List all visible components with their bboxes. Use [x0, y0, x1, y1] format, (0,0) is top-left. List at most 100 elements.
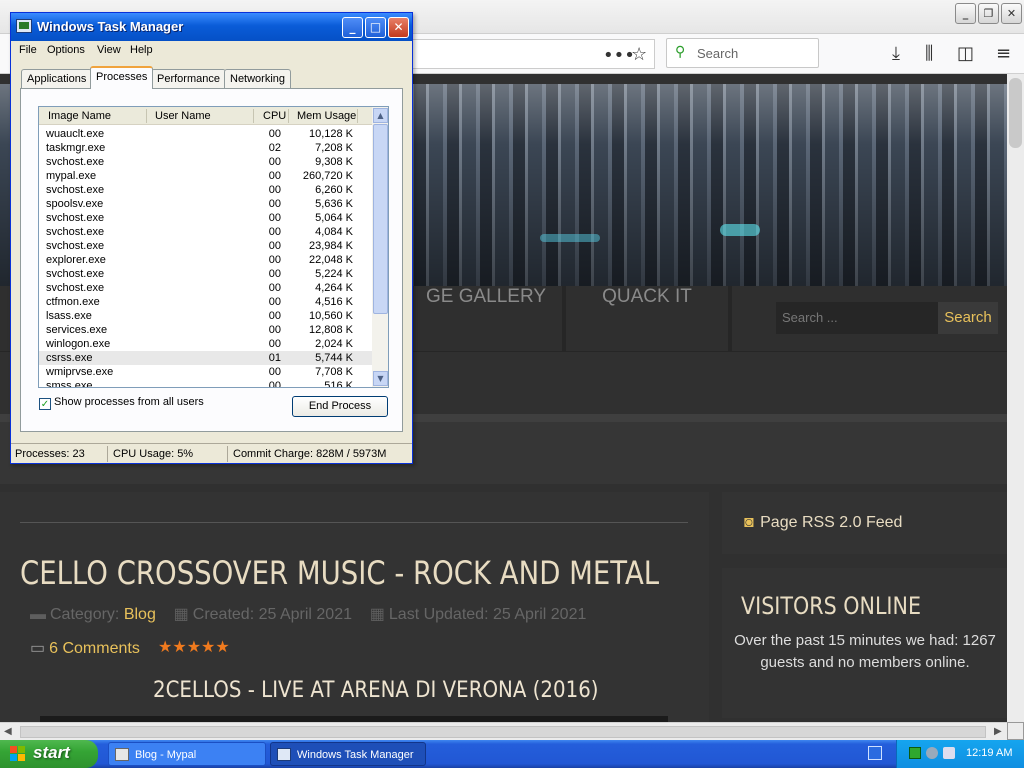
table-row[interactable]: svchost.exe 00 5,224 K: [39, 267, 372, 281]
start-button[interactable]: start: [0, 740, 98, 768]
browser-close-button[interactable]: ✕: [1001, 3, 1022, 24]
table-row[interactable]: svchost.exe 00 23,984 K: [39, 239, 372, 253]
tab-processes[interactable]: Processes: [90, 66, 154, 89]
bookmark-star-icon[interactable]: ☆: [631, 44, 647, 65]
category-link[interactable]: Blog: [124, 606, 156, 623]
process-list[interactable]: Image Name User Name CPU Mem Usage wuauc…: [38, 106, 389, 388]
library-icon[interactable]: ⫼: [925, 43, 933, 64]
scroll-corner: [1007, 722, 1024, 740]
end-process-button[interactable]: End Process: [292, 396, 388, 417]
page-horizontal-scrollbar[interactable]: ◀ ▶: [0, 722, 1007, 740]
keyboard-icon[interactable]: [868, 746, 882, 760]
process-name: mypal.exe: [46, 170, 97, 182]
column-user-name[interactable]: User Name: [155, 110, 211, 122]
process-mem: 23,984 K: [308, 240, 353, 252]
nav-image-gallery[interactable]: GE GALLERY: [410, 286, 562, 352]
process-mem: 5,636 K: [315, 198, 353, 210]
scrollbar-thumb[interactable]: [373, 124, 388, 314]
tab-networking[interactable]: Networking: [224, 69, 292, 88]
menu-help[interactable]: Help: [130, 44, 153, 56]
column-separator[interactable]: [146, 109, 147, 123]
clock: 12:19 AM: [966, 747, 1013, 759]
table-row[interactable]: ctfmon.exe 00 4,516 K: [39, 295, 372, 309]
process-cpu: 00: [268, 254, 281, 266]
tab-applications[interactable]: Applications: [21, 69, 93, 88]
column-cpu[interactable]: CPU: [263, 110, 286, 122]
table-row[interactable]: svchost.exe 00 9,308 K: [39, 155, 372, 169]
table-row[interactable]: winlogon.exe 00 2,024 K: [39, 337, 372, 351]
process-list-header: Image Name User Name CPU Mem Usage: [39, 107, 372, 125]
scroll-left-icon[interactable]: ◀: [4, 726, 12, 737]
scrollbar-thumb[interactable]: [1009, 78, 1022, 148]
folder-icon: ▬: [30, 606, 46, 623]
column-mem-usage[interactable]: Mem Usage: [297, 110, 356, 122]
sidebar-icon[interactable]: ◫: [957, 43, 974, 64]
table-row[interactable]: explorer.exe 00 22,048 K: [39, 253, 372, 267]
star-icon[interactable]: ★: [172, 637, 186, 656]
maximize-button[interactable]: □: [365, 17, 386, 38]
process-list-scrollbar[interactable]: ▲ ▼: [372, 107, 388, 387]
table-row[interactable]: smss.exe 00 516 K: [39, 379, 372, 388]
table-row[interactable]: svchost.exe 00 4,084 K: [39, 225, 372, 239]
table-row[interactable]: csrss.exe 01 5,744 K: [39, 351, 372, 365]
tab-performance[interactable]: Performance: [151, 69, 226, 88]
menu-options[interactable]: Options: [47, 44, 85, 56]
nav-quack-it[interactable]: QUACK IT: [566, 286, 728, 352]
table-row[interactable]: lsass.exe 00 10,560 K: [39, 309, 372, 323]
process-name: spoolsv.exe: [46, 198, 104, 210]
table-row[interactable]: mypal.exe 00 260,720 K: [39, 169, 372, 183]
comments-link[interactable]: ▭ 6 Comments: [30, 638, 140, 658]
menu-bar: File Options View Help: [11, 41, 412, 61]
process-name: lsass.exe: [46, 310, 92, 322]
browser-restore-button[interactable]: ❐: [978, 3, 999, 24]
close-button[interactable]: ✕: [388, 17, 409, 38]
site-search-button[interactable]: Search: [938, 302, 998, 334]
site-search-input[interactable]: Search ...: [776, 302, 938, 334]
rating-stars[interactable]: ★★★★★: [158, 637, 230, 656]
download-icon[interactable]: ⤓: [892, 43, 900, 64]
rss-link[interactable]: ◙ Page RSS 2.0 Feed: [744, 514, 902, 532]
table-row[interactable]: services.exe 00 12,808 K: [39, 323, 372, 337]
table-row[interactable]: wuauclt.exe 00 10,128 K: [39, 127, 372, 141]
table-row[interactable]: taskmgr.exe 02 7,208 K: [39, 141, 372, 155]
show-all-users-checkbox[interactable]: ✓ Show processes from all users: [39, 396, 204, 410]
process-mem: 2,024 K: [315, 338, 353, 350]
task-manager-tray-icon[interactable]: [909, 747, 921, 759]
table-row[interactable]: svchost.exe 00 5,064 K: [39, 211, 372, 225]
column-image-name[interactable]: Image Name: [48, 110, 111, 122]
star-icon[interactable]: ★: [187, 637, 201, 656]
scroll-down-icon[interactable]: ▼: [373, 371, 388, 386]
browser-minimize-button[interactable]: _: [955, 3, 976, 24]
process-cpu: 02: [268, 142, 281, 154]
table-row[interactable]: wmiprvse.exe 00 7,708 K: [39, 365, 372, 379]
scroll-right-icon[interactable]: ▶: [994, 726, 1002, 737]
table-row[interactable]: svchost.exe 00 4,264 K: [39, 281, 372, 295]
column-separator[interactable]: [357, 109, 358, 123]
taskbar-item-mypal[interactable]: Blog - Mypal: [108, 742, 266, 766]
scroll-up-icon[interactable]: ▲: [373, 108, 388, 123]
star-icon[interactable]: ★: [215, 637, 229, 656]
table-row[interactable]: spoolsv.exe 00 5,636 K: [39, 197, 372, 211]
star-icon[interactable]: ★: [201, 637, 215, 656]
browser-search-box[interactable]: ⚲ Search: [666, 38, 819, 68]
page-vertical-scrollbar[interactable]: [1007, 74, 1024, 722]
process-mem: 516 K: [324, 380, 353, 388]
menu-icon[interactable]: ≡: [996, 43, 1011, 64]
column-separator[interactable]: [253, 109, 254, 123]
minimize-button[interactable]: _: [342, 17, 363, 38]
process-mem: 260,720 K: [302, 170, 353, 182]
scrollbar-thumb[interactable]: [20, 726, 986, 738]
star-icon[interactable]: ★: [158, 637, 172, 656]
taskbar-item-task-manager[interactable]: Windows Task Manager: [270, 742, 426, 766]
article-title[interactable]: CELLO CROSSOVER MUSIC - ROCK AND METAL: [20, 554, 659, 592]
network-icon[interactable]: [926, 747, 938, 759]
task-manager-titlebar[interactable]: Windows Task Manager _ □ ✕: [11, 13, 412, 41]
column-separator[interactable]: [288, 109, 289, 123]
table-row[interactable]: svchost.exe 00 6,260 K: [39, 183, 372, 197]
menu-file[interactable]: File: [19, 44, 37, 56]
url-bar[interactable]: ••• ☆: [410, 39, 655, 69]
volume-icon[interactable]: [943, 747, 955, 759]
menu-view[interactable]: View: [97, 44, 121, 56]
process-cpu: 01: [268, 352, 281, 364]
checkbox-check-icon[interactable]: ✓: [39, 398, 51, 410]
